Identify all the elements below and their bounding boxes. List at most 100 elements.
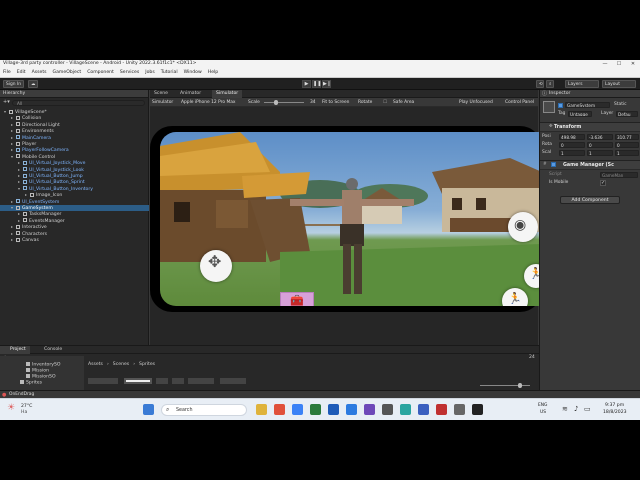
thumbnail-size-slider[interactable] <box>480 385 530 386</box>
rotation-z-field[interactable]: 0 <box>615 142 639 148</box>
control-panel-button[interactable]: Control Panel <box>505 98 534 107</box>
folder-item-sprites[interactable]: Sprites <box>20 380 84 386</box>
tab-console[interactable]: Console <box>40 346 66 354</box>
menu-file[interactable]: File <box>3 70 11 76</box>
menu-window[interactable]: Window <box>184 70 202 76</box>
tag-dropdown[interactable]: Untagge <box>568 111 592 117</box>
sprite-thumbnail[interactable] <box>172 378 184 384</box>
menu-tutorial[interactable]: Tutorial <box>161 70 178 76</box>
hierarchy-tab[interactable]: Hierarchy <box>0 90 148 98</box>
is-mobile-checkbox[interactable]: ✓ <box>600 180 606 186</box>
region-indicator[interactable]: US <box>540 410 546 415</box>
search-icon[interactable]: ⌕ <box>546 80 554 88</box>
inventory-button[interactable]: 🧰 <box>280 292 314 306</box>
clock-time[interactable]: 9:37 pm <box>605 403 624 408</box>
layers-dropdown[interactable]: Layers <box>565 80 599 88</box>
hierarchy-search-input[interactable]: All <box>12 100 145 106</box>
add-icon[interactable]: +▾ <box>3 100 10 105</box>
scale-y-field[interactable]: 1 <box>587 150 613 156</box>
script-field[interactable]: GameMan <box>600 172 638 178</box>
edge-icon[interactable] <box>292 404 303 415</box>
app-icon[interactable] <box>454 404 465 415</box>
sprite-thumbnail[interactable] <box>220 378 246 384</box>
word-icon[interactable] <box>328 404 339 415</box>
weather-description[interactable]: Ha <box>21 410 27 415</box>
inspector-tab[interactable]: Inspector <box>540 90 640 98</box>
scale-slider-thumb[interactable] <box>274 100 278 105</box>
layout-dropdown[interactable]: Layout <box>602 80 636 88</box>
breadcrumb-sprites[interactable]: Sprites <box>139 362 155 368</box>
play-focus-dropdown[interactable]: Play Unfocused <box>459 98 493 107</box>
thumbnail-size-slider-thumb[interactable] <box>518 383 522 388</box>
status-message[interactable]: OnEndDrag <box>9 392 34 397</box>
minimize-button[interactable]: — <box>598 60 612 69</box>
scale-z-field[interactable]: 1 <box>615 150 639 156</box>
visual-studio-icon[interactable] <box>364 404 375 415</box>
language-indicator[interactable]: ENG <box>538 403 547 408</box>
sign-in-button[interactable]: Sign In <box>3 80 25 88</box>
pause-button[interactable]: ❚❚ <box>312 80 321 88</box>
fit-to-screen-button[interactable]: Fit to Screen <box>322 98 349 107</box>
sprite-thumbnail[interactable] <box>156 378 168 384</box>
menu-help[interactable]: Help <box>208 70 218 76</box>
windows-start-icon[interactable] <box>143 404 154 415</box>
wifi-icon[interactable]: ≋ <box>562 405 568 413</box>
weather-temperature[interactable]: 27°C <box>21 404 32 409</box>
play-button[interactable]: ▶ <box>302 80 311 88</box>
menu-edit[interactable]: Edit <box>17 70 26 76</box>
position-x-field[interactable]: 498.98 <box>559 134 585 140</box>
position-z-field[interactable]: 310.77 <box>615 134 639 140</box>
tab-simulator[interactable]: Simulator <box>212 90 243 98</box>
file-explorer-icon[interactable] <box>256 404 267 415</box>
rotate-button[interactable]: Rotate <box>358 98 372 107</box>
rotation-x-field[interactable]: 0 <box>559 142 585 148</box>
cloud-icon[interactable]: ☁ <box>28 80 38 88</box>
chrome-icon[interactable] <box>274 404 285 415</box>
scale-x-field[interactable]: 1 <box>559 150 585 156</box>
transform-header[interactable]: Transform <box>540 122 640 132</box>
history-icon[interactable]: ⟲ <box>536 80 544 88</box>
component-enabled-checkbox[interactable] <box>551 162 556 167</box>
sprite-thumbnail[interactable] <box>188 378 214 384</box>
position-y-field[interactable]: -3.636 <box>587 134 613 140</box>
close-button[interactable]: ✕ <box>626 60 640 69</box>
battery-icon[interactable]: ▭ <box>584 405 591 413</box>
menu-component[interactable]: Component <box>87 70 114 76</box>
breadcrumb-assets[interactable]: Assets <box>88 362 103 368</box>
menu-gameobject[interactable]: GameObject <box>53 70 82 76</box>
app-icon[interactable] <box>400 404 411 415</box>
layer-dropdown[interactable]: Defau <box>616 111 638 117</box>
spreadsheet-icon[interactable] <box>310 404 321 415</box>
simulator-mode-dropdown[interactable]: Simulator <box>152 98 173 107</box>
tab-animator[interactable]: Animator <box>176 90 205 98</box>
sprite-thumbnail[interactable] <box>124 378 152 384</box>
volume-icon[interactable]: ♪ <box>574 405 578 413</box>
menu-assets[interactable]: Assets <box>32 70 47 76</box>
dropbox-icon[interactable] <box>346 404 357 415</box>
step-button[interactable]: ▶❙ <box>322 80 331 88</box>
menu-services[interactable]: Services <box>120 70 139 76</box>
maximize-button[interactable]: ☐ <box>612 60 626 69</box>
unity-icon[interactable] <box>472 404 483 415</box>
breadcrumb-scenes[interactable]: Scenes <box>113 362 129 368</box>
active-checkbox[interactable] <box>558 103 563 108</box>
device-dropdown[interactable]: Apple iPhone 12 Pro Max <box>181 98 236 107</box>
app-icon[interactable] <box>436 404 447 415</box>
game-viewport[interactable]: ✥ ◉ 🏃 🏃 🧰 <box>160 132 542 306</box>
weather-icon[interactable]: ☀ <box>7 403 15 413</box>
rotation-y-field[interactable]: 0 <box>587 142 613 148</box>
tab-project[interactable]: Project <box>0 346 30 354</box>
object-name-field[interactable]: GameSystem <box>565 102 610 108</box>
move-joystick[interactable]: ✥ <box>200 250 232 282</box>
look-button[interactable]: ◉ <box>508 212 538 242</box>
menu-jobs[interactable]: Jobs <box>145 70 154 76</box>
clock-date[interactable]: 18/8/2023 <box>603 410 627 415</box>
tab-scene[interactable]: Scene <box>150 90 172 98</box>
add-component-button[interactable]: Add Component <box>560 196 620 204</box>
hierarchy-item[interactable]: ▸ Canvas <box>0 237 149 243</box>
app-icon[interactable] <box>382 404 393 415</box>
app-icon[interactable] <box>418 404 429 415</box>
safe-area-toggle[interactable]: Safe Area <box>393 98 414 107</box>
scale-slider-track[interactable] <box>264 102 304 103</box>
sprite-thumbnail[interactable] <box>88 378 118 384</box>
